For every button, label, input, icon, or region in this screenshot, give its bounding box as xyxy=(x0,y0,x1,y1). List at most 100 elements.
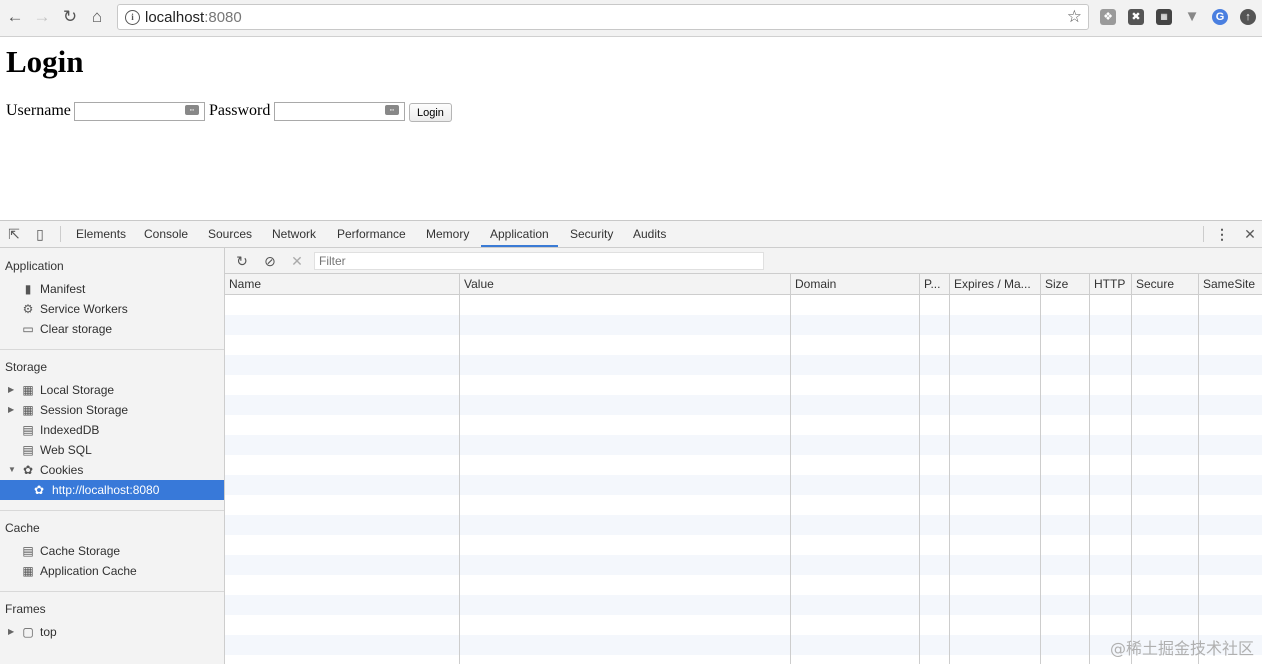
inspect-element-icon[interactable]: ⇱ xyxy=(6,226,22,242)
grid-icon: ▦ xyxy=(22,403,34,417)
address-bar[interactable]: i localhost:8080 ☆ xyxy=(117,4,1089,30)
divider xyxy=(60,226,61,242)
cookies-table-header: Name Value Domain P... Expires / Ma... S… xyxy=(225,274,1262,295)
section-title-storage: Storage xyxy=(5,360,48,374)
column-divider xyxy=(459,295,460,664)
column-divider xyxy=(919,295,920,664)
divider xyxy=(0,591,224,592)
browser-toolbar: ← → ↻ ⌂ i localhost:8080 ☆ ❖ ✖ ▦ ▼ G ↑ xyxy=(0,0,1262,37)
expand-arrow-icon[interactable]: ▶ xyxy=(8,380,14,400)
extension-icon[interactable]: ✖ xyxy=(1128,9,1144,25)
filter-input[interactable] xyxy=(314,252,764,270)
forward-icon[interactable]: → xyxy=(31,6,53,28)
info-icon[interactable]: i xyxy=(125,10,140,25)
database-icon: ▤ xyxy=(22,443,34,457)
expand-arrow-icon[interactable]: ▶ xyxy=(8,400,14,420)
column-header-samesite[interactable]: SameSite xyxy=(1199,274,1262,295)
section-title-frames: Frames xyxy=(5,602,46,616)
column-divider xyxy=(1198,295,1199,664)
grid-icon: ▦ xyxy=(22,383,34,397)
tab-console[interactable]: Console xyxy=(144,221,188,247)
tab-security[interactable]: Security xyxy=(570,221,613,247)
delete-selected-icon[interactable]: ✕ xyxy=(289,253,305,269)
vue-extension-icon[interactable]: ▼ xyxy=(1184,9,1200,25)
collapse-arrow-icon[interactable]: ▼ xyxy=(8,460,16,480)
database-icon: ▤ xyxy=(22,423,34,437)
column-header-http[interactable]: HTTP xyxy=(1090,274,1132,295)
refresh-icon[interactable]: ↻ xyxy=(234,253,250,269)
expand-arrow-icon[interactable]: ▶ xyxy=(8,622,14,642)
sidebar-item-manifest[interactable]: ▮ Manifest xyxy=(0,279,224,299)
extension-icon[interactable]: ▦ xyxy=(1156,9,1172,25)
gear-icon: ⚙ xyxy=(22,302,34,316)
reload-icon[interactable]: ↻ xyxy=(59,6,81,28)
login-button[interactable]: Login xyxy=(409,103,452,122)
keyboard-icon: ⋯ xyxy=(385,105,399,115)
column-divider xyxy=(1131,295,1132,664)
database-icon: ▤ xyxy=(22,544,34,558)
tab-performance[interactable]: Performance xyxy=(337,221,406,247)
column-header-name[interactable]: Name xyxy=(225,274,460,295)
sidebar-item-indexeddb[interactable]: ▤ IndexedDB xyxy=(0,420,224,440)
url-text: localhost:8080 xyxy=(145,9,242,26)
cookies-table-body[interactable] xyxy=(225,295,1262,664)
divider xyxy=(0,510,224,511)
column-divider xyxy=(1040,295,1041,664)
column-divider xyxy=(949,295,950,664)
upload-extension-icon[interactable]: ↑ xyxy=(1240,9,1256,25)
cookies-toolbar: ↻ ⊘ ✕ xyxy=(225,248,1262,274)
tab-elements[interactable]: Elements xyxy=(76,221,126,247)
sidebar-item-service-workers[interactable]: ⚙ Service Workers xyxy=(0,299,224,319)
divider xyxy=(1203,226,1204,242)
trash-icon: ▭ xyxy=(22,322,34,336)
extension-icon[interactable]: ❖ xyxy=(1100,9,1116,25)
section-title-application: Application xyxy=(5,259,64,273)
sidebar-item-clear-storage[interactable]: ▭ Clear storage xyxy=(0,319,224,339)
column-header-expires[interactable]: Expires / Ma... xyxy=(950,274,1041,295)
tab-sources[interactable]: Sources xyxy=(208,221,252,247)
divider xyxy=(0,349,224,350)
more-options-icon[interactable]: ⋮ xyxy=(1214,226,1230,242)
column-header-secure[interactable]: Secure xyxy=(1132,274,1199,295)
application-sidebar: Application ▮ Manifest ⚙ Service Workers… xyxy=(0,248,225,664)
device-toolbar-icon[interactable]: ▯ xyxy=(32,226,48,242)
sidebar-item-application-cache[interactable]: ▦ Application Cache xyxy=(0,561,224,581)
column-header-size[interactable]: Size xyxy=(1041,274,1090,295)
sidebar-item-frame-top[interactable]: ▶ ▢ top xyxy=(0,622,224,642)
tab-memory[interactable]: Memory xyxy=(426,221,469,247)
password-label: Password xyxy=(209,102,271,119)
tab-application[interactable]: Application xyxy=(481,221,558,247)
column-header-value[interactable]: Value xyxy=(460,274,791,295)
back-icon[interactable]: ← xyxy=(4,6,26,28)
watermark: @稀土掘金技术社区 xyxy=(1109,639,1254,658)
tab-network[interactable]: Network xyxy=(272,221,316,247)
sidebar-item-cookies[interactable]: ▼ ✿ Cookies xyxy=(0,460,224,480)
tab-audits[interactable]: Audits xyxy=(633,221,666,247)
sidebar-item-cookie-origin[interactable]: ✿ http://localhost:8080 xyxy=(0,480,224,500)
sidebar-item-local-storage[interactable]: ▶ ▦ Local Storage xyxy=(0,380,224,400)
cookie-icon: ✿ xyxy=(22,463,34,477)
page-title: Login xyxy=(6,44,84,79)
frame-icon: ▢ xyxy=(22,625,34,639)
sidebar-item-session-storage[interactable]: ▶ ▦ Session Storage xyxy=(0,400,224,420)
cookie-icon: ✿ xyxy=(33,483,45,497)
translate-extension-icon[interactable]: G xyxy=(1212,9,1228,25)
sidebar-item-web-sql[interactable]: ▤ Web SQL xyxy=(0,440,224,460)
grid-icon: ▦ xyxy=(22,564,34,578)
bookmark-star-icon[interactable]: ☆ xyxy=(1067,7,1082,27)
devtools-tabbar: ⇱ ▯ Elements Console Sources Network Per… xyxy=(0,221,1262,248)
column-header-path[interactable]: P... xyxy=(920,274,950,295)
close-devtools-icon[interactable]: ✕ xyxy=(1242,226,1258,242)
column-header-domain[interactable]: Domain xyxy=(791,274,920,295)
clear-all-icon[interactable]: ⊘ xyxy=(262,253,278,269)
username-label: Username xyxy=(6,102,71,119)
section-title-cache: Cache xyxy=(5,521,40,535)
devtools-panel: ⇱ ▯ Elements Console Sources Network Per… xyxy=(0,220,1262,664)
home-icon[interactable]: ⌂ xyxy=(86,6,108,28)
file-icon: ▮ xyxy=(24,282,32,296)
keyboard-icon: ⋯ xyxy=(185,105,199,115)
cookies-panel: ↻ ⊘ ✕ Name Value Domain P... Expires / M… xyxy=(225,248,1262,664)
column-divider xyxy=(1089,295,1090,664)
sidebar-item-cache-storage[interactable]: ▤ Cache Storage xyxy=(0,541,224,561)
column-divider xyxy=(790,295,791,664)
